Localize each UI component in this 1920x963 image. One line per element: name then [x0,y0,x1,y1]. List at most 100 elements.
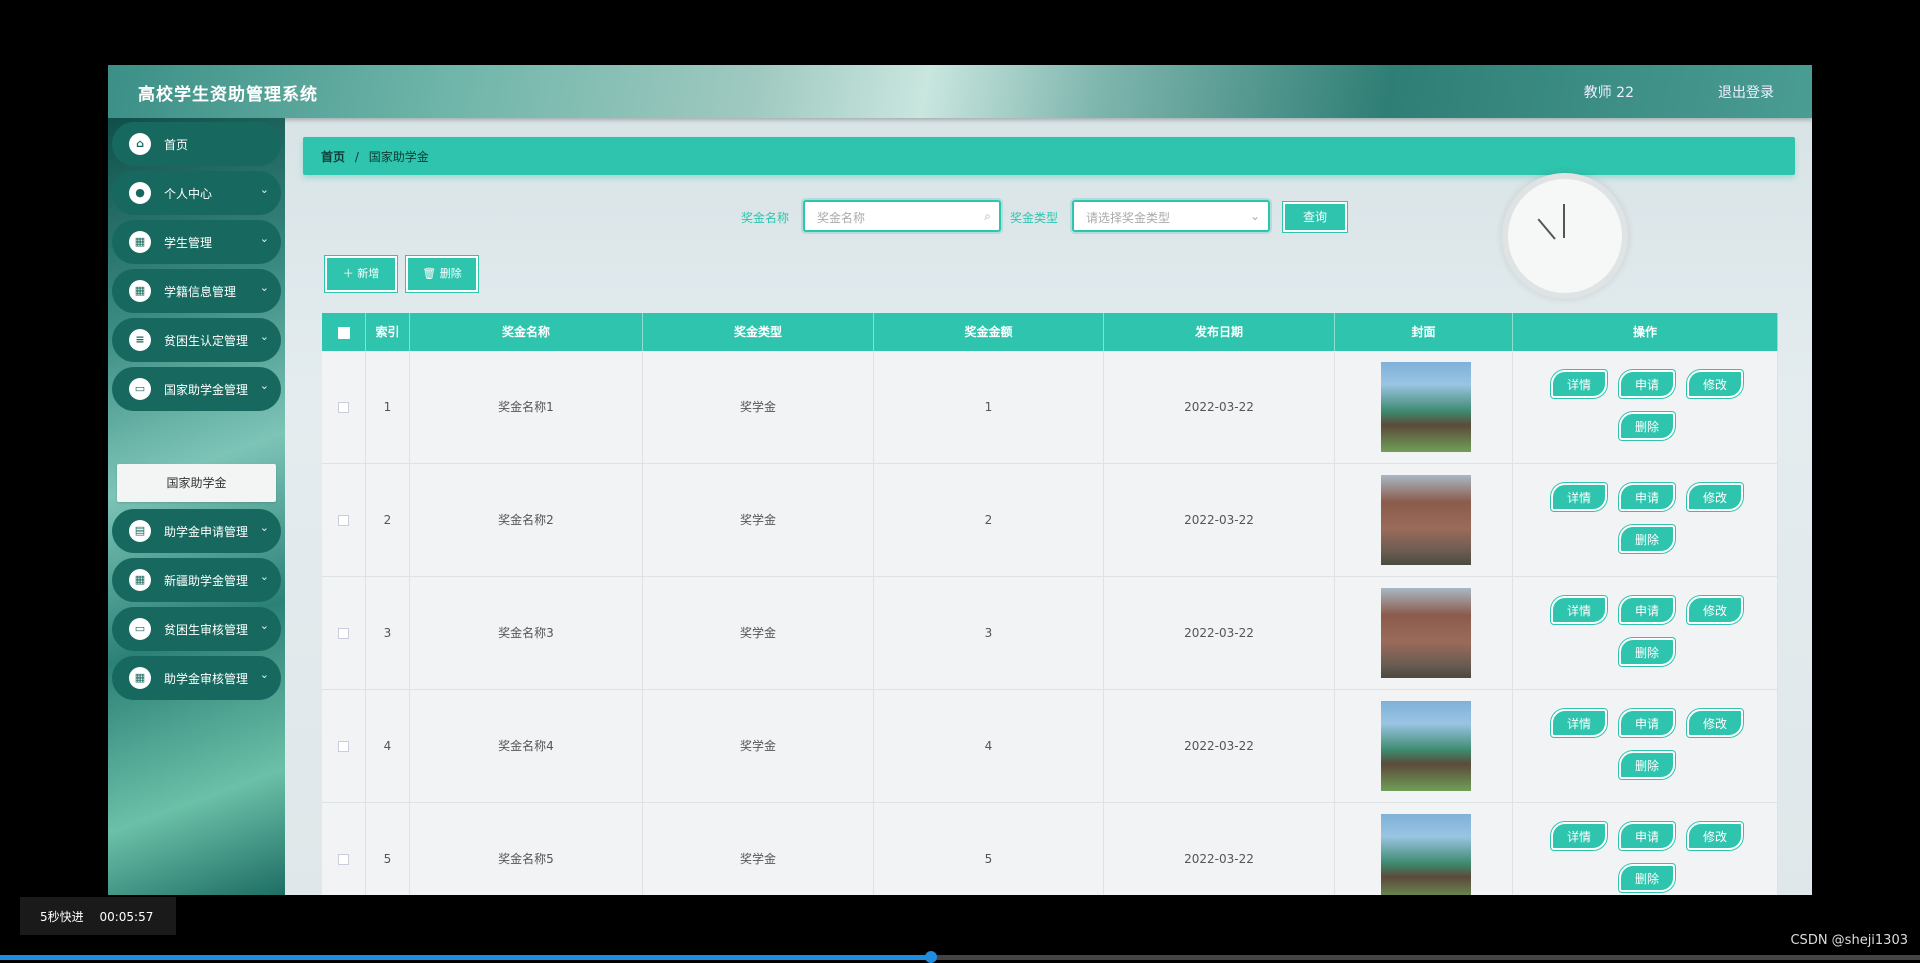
cell-name: 奖金名称4 [410,690,643,803]
table-row[interactable]: 3 奖金名称3 奖学金 3 2022-03-22 详情 申请 修改 删除 [322,577,1778,690]
edit-button[interactable]: 修改 [1687,596,1743,624]
edit-button[interactable]: 修改 [1687,483,1743,511]
chevron-down-icon: ⌄ [259,619,269,632]
chevron-down-icon: ⌄ [1249,209,1260,223]
column-header[interactable]: 奖金金额 [874,313,1104,351]
row-checkbox[interactable] [338,854,349,865]
credit-watermark: CSDN @sheji1303 [1790,933,1908,948]
chevron-down-icon: ⌄ [259,521,269,534]
logout-link[interactable]: 退出登录 [1718,82,1774,102]
playback-time: 00:05:57 [99,910,154,924]
grid-icon: ▦ [129,280,151,302]
list-icon: ≡ [129,329,151,351]
row-checkbox-cell [322,577,366,690]
column-header[interactable]: 操作 [1513,313,1778,351]
sidebar-item-9[interactable]: ▦ 助学金审核管理 ⌄ [112,656,281,700]
column-header[interactable]: 奖金类型 [643,313,874,351]
row-checkbox-cell [322,690,366,803]
sidebar-item-label: 助学金申请管理 [164,525,249,539]
row-checkbox[interactable] [338,628,349,639]
apply-button[interactable]: 申请 [1619,596,1675,624]
cell-date: 2022-03-22 [1104,803,1335,895]
type-filter-select[interactable]: 请选择奖金类型 ⌄ [1072,200,1270,232]
cell-date: 2022-03-22 [1104,464,1335,577]
sidebar-item-label: 国家助学金管理 [164,383,249,397]
table-row[interactable]: 2 奖金名称2 奖学金 2 2022-03-22 详情 申请 修改 删除 [322,464,1778,577]
chevron-down-icon: ⌄ [259,281,269,294]
detail-button[interactable]: 详情 [1551,709,1607,737]
breadcrumb-home[interactable]: 首页 [321,150,345,164]
row-checkbox[interactable] [338,402,349,413]
sidebar-item-0[interactable]: ⌂ 首页 [112,122,281,166]
detail-button[interactable]: 详情 [1551,370,1607,398]
progress-knob[interactable] [925,951,938,963]
table-row[interactable]: 1 奖金名称1 奖学金 1 2022-03-22 详情 申请 修改 删除 [322,351,1778,464]
cover-image[interactable] [1381,588,1471,678]
cover-image[interactable] [1381,701,1471,791]
sidebar-item-4[interactable]: ≡ 贫困生认定管理 ⌄ [112,318,281,362]
current-user[interactable]: 教师 22 [1584,82,1634,102]
edit-button[interactable]: 修改 [1687,370,1743,398]
sidebar-item-6[interactable]: ▤ 助学金申请管理 ⌄ [112,509,281,553]
row-delete-button[interactable]: 删除 [1619,412,1675,440]
query-button[interactable]: 查询 [1283,202,1347,232]
column-header[interactable]: 封面 [1335,313,1513,351]
edit-button[interactable]: 修改 [1687,822,1743,850]
column-header[interactable]: 发布日期 [1104,313,1335,351]
table-row[interactable]: 4 奖金名称4 奖学金 4 2022-03-22 详情 申请 修改 删除 [322,690,1778,803]
clipboard-icon: ▤ [129,520,151,542]
video-progress-bar[interactable] [0,951,1920,963]
cover-image[interactable] [1381,362,1471,452]
sidebar-item-label: 学生管理 [164,236,213,250]
apply-button[interactable]: 申请 [1619,483,1675,511]
sidebar-subitem-national-grant[interactable]: 国家助学金 [117,464,276,502]
row-checkbox[interactable] [338,741,349,752]
cell-name: 奖金名称3 [410,577,643,690]
apply-button[interactable]: 申请 [1619,822,1675,850]
select-all-checkbox[interactable] [337,326,350,339]
detail-button[interactable]: 详情 [1551,596,1607,624]
cell-date: 2022-03-22 [1104,351,1335,464]
edit-button[interactable]: 修改 [1687,709,1743,737]
monitor-icon: ▭ [129,378,151,400]
sidebar-item-5[interactable]: ▭ 国家助学金管理 ⌄ [112,367,281,411]
top-header: 高校学生资助管理系统 教师 22 退出登录 [108,65,1812,118]
delete-button[interactable]: 🗑 删除 [406,256,478,292]
detail-button[interactable]: 详情 [1551,483,1607,511]
sidebar-item-7[interactable]: ▦ 新疆助学金管理 ⌄ [112,558,281,602]
cell-actions: 详情 申请 修改 删除 [1513,803,1778,895]
cell-date: 2022-03-22 [1104,690,1335,803]
sidebar-item-3[interactable]: ▦ 学籍信息管理 ⌄ [112,269,281,313]
row-delete-button[interactable]: 删除 [1619,638,1675,666]
cover-image[interactable] [1381,475,1471,565]
cell-cover [1335,803,1513,895]
row-checkbox[interactable] [338,515,349,526]
cell-index: 1 [366,351,410,464]
sidebar-item-label: 贫困生认定管理 [164,334,249,348]
sidebar-item-label: 新疆助学金管理 [164,574,249,588]
search-icon: ⌕ [984,209,991,223]
column-header[interactable]: 索引 [366,313,410,351]
row-checkbox-cell [322,351,366,464]
cell-type: 奖学金 [643,464,874,577]
name-filter-input[interactable]: 奖金名称 ⌕ [803,200,1001,232]
row-delete-button[interactable]: 删除 [1619,751,1675,779]
type-filter-placeholder: 请选择奖金类型 [1086,211,1171,225]
sidebar-item-8[interactable]: ▭ 贫困生审核管理 ⌄ [112,607,281,651]
add-button[interactable]: ＋ 新增 [325,256,397,292]
cell-type: 奖学金 [643,577,874,690]
detail-button[interactable]: 详情 [1551,822,1607,850]
search-bar: 奖金名称 奖金名称 ⌕ 奖金类型 请选择奖金类型 ⌄ 查询 [108,200,1812,232]
cell-cover [1335,577,1513,690]
row-delete-button[interactable]: 删除 [1619,525,1675,553]
cell-amount: 2 [874,464,1104,577]
apply-button[interactable]: 申请 [1619,709,1675,737]
select-all-checkbox-cell [322,313,366,351]
apply-button[interactable]: 申请 [1619,370,1675,398]
cover-image[interactable] [1381,814,1471,895]
row-delete-button[interactable]: 删除 [1619,864,1675,892]
table-row[interactable]: 5 奖金名称5 奖学金 5 2022-03-22 详情 申请 修改 删除 [322,803,1778,895]
skip-forward-button[interactable]: 5秒快进 [40,910,84,924]
column-header[interactable]: 奖金名称 [410,313,643,351]
cell-name: 奖金名称1 [410,351,643,464]
